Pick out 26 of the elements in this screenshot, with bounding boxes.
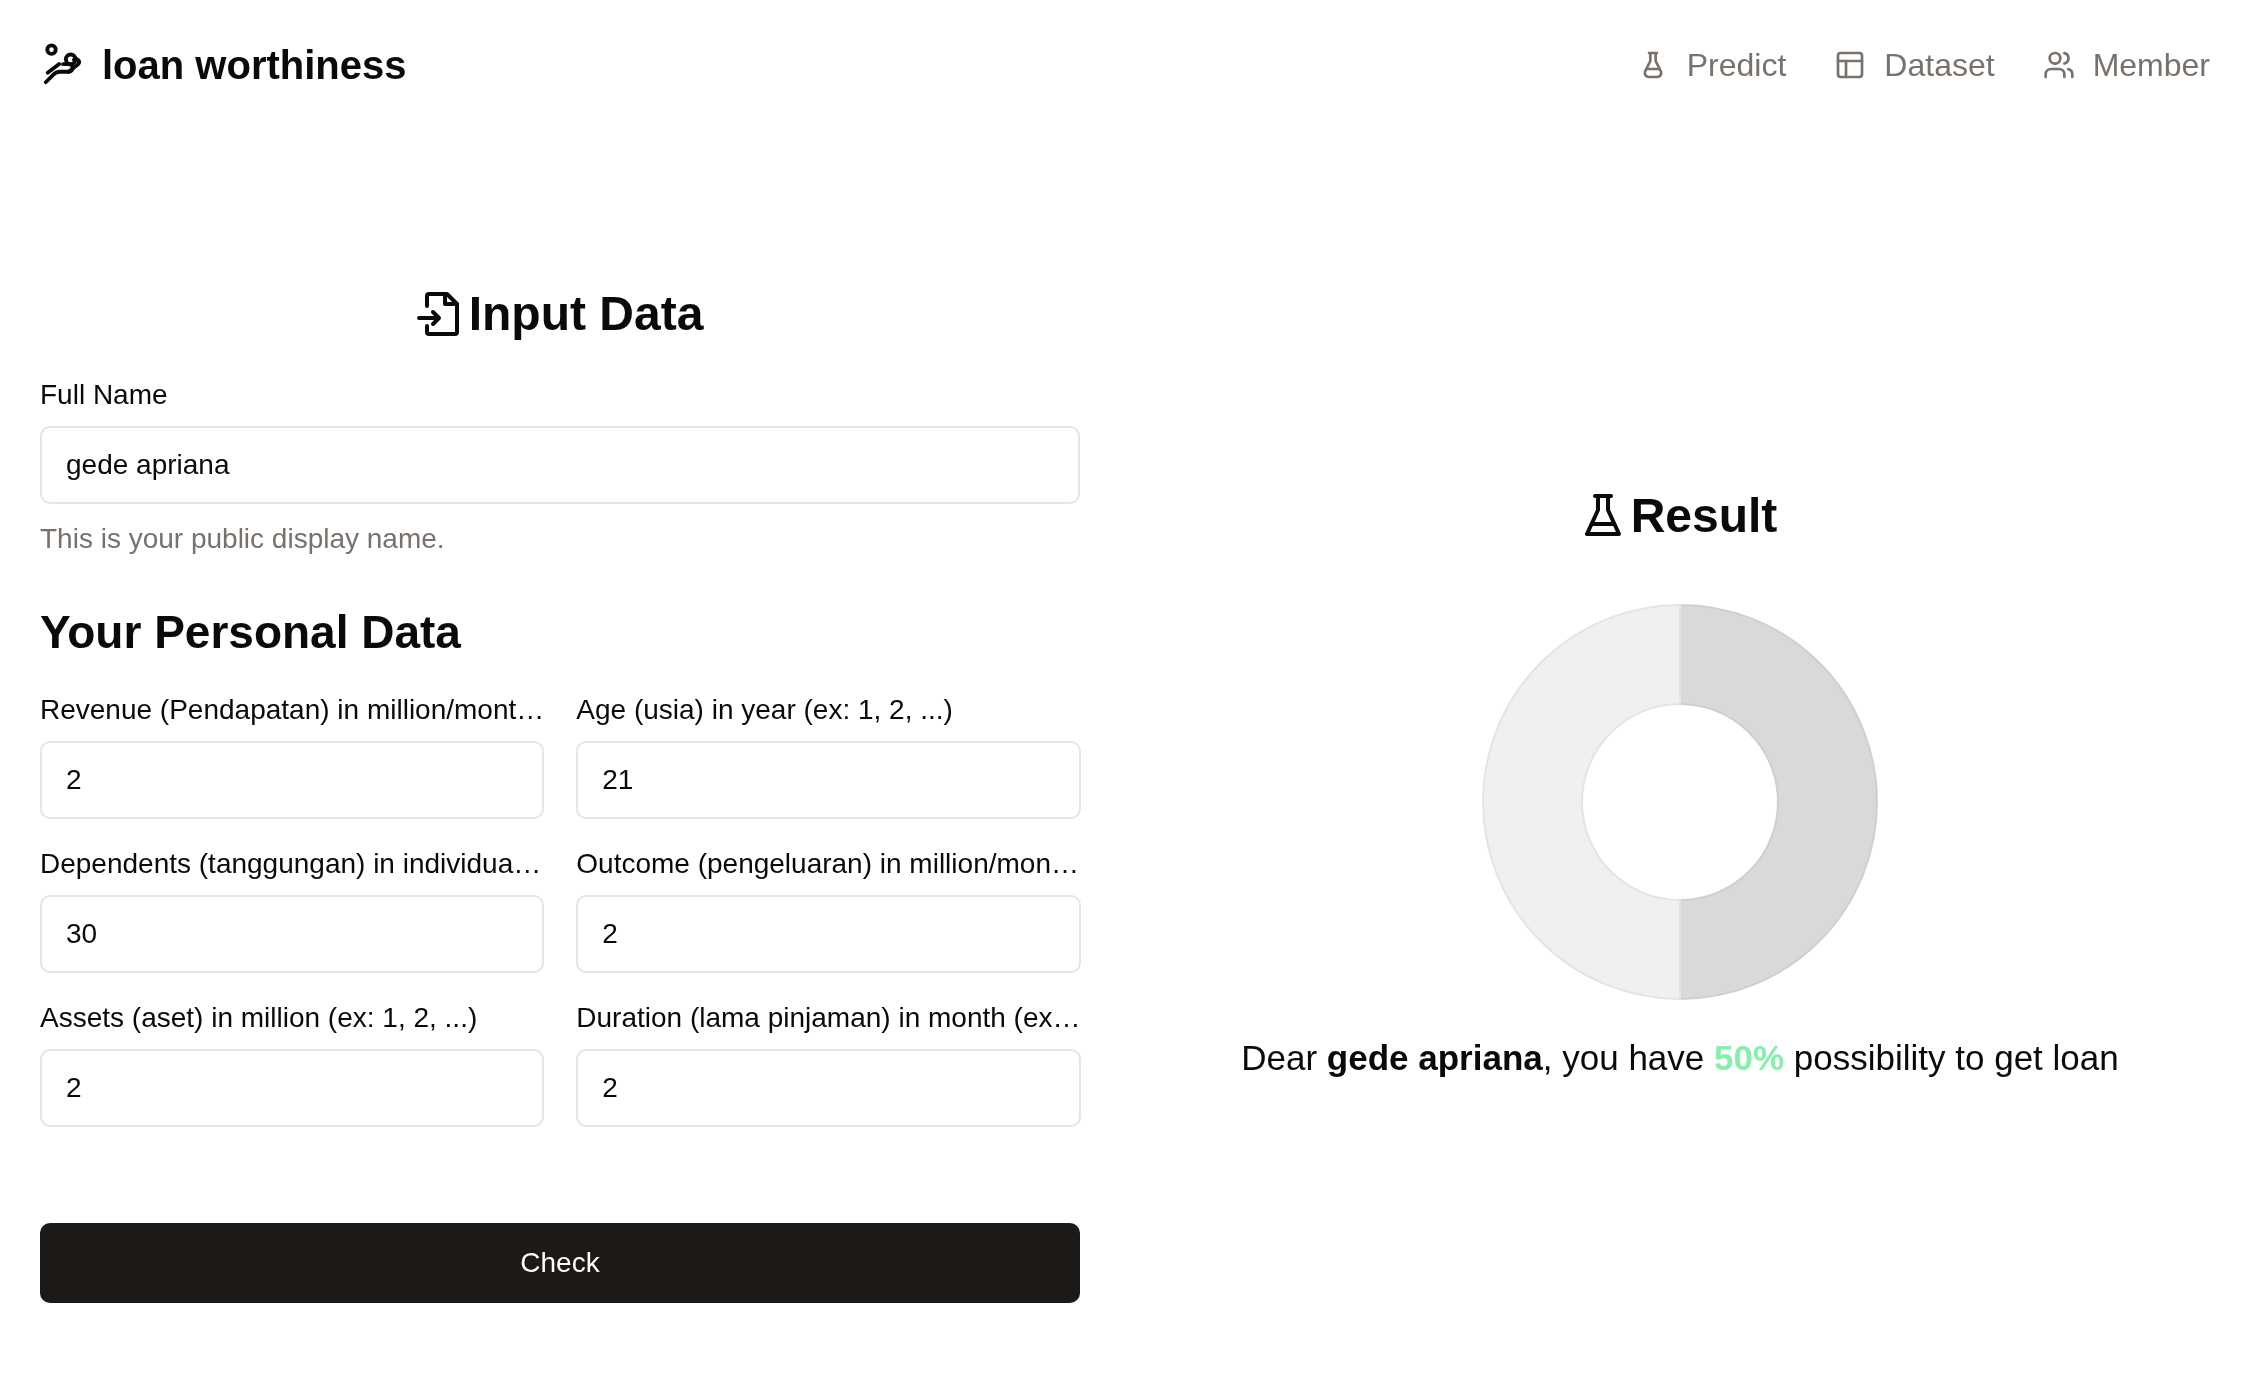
input-field[interactable]: 2 [576, 1049, 1081, 1127]
help-text: This is your public display name. [40, 522, 446, 556]
input-field[interactable]: 2 [40, 1049, 545, 1127]
input-field[interactable]: 21 [576, 741, 1081, 819]
result-sentence: Dear gede apriana, you have 50% possibility to get loan [1241, 1037, 2119, 1080]
input-field[interactable]: 2 [576, 895, 1081, 973]
users-icon [2042, 49, 2075, 81]
nav-link[interactable]: Predict [1636, 41, 1787, 89]
nav-link[interactable]: Member [2042, 41, 2210, 89]
field-label: Assets (aset) in million (ex: 1, 2, ...) [40, 1001, 479, 1035]
file-import-icon [416, 290, 461, 338]
result-title: Result [1630, 488, 1778, 545]
field-label: Full Name [40, 378, 169, 412]
input-field[interactable]: 2 [40, 741, 545, 819]
input-field[interactable]: gede apriana [40, 426, 1080, 504]
form-title: Input Data [468, 286, 704, 342]
check-button[interactable]: Check [40, 1223, 1080, 1303]
section-title: Your Personal Data [40, 605, 462, 660]
field-label: Age (usia) in year (ex: 1, 2, ...) [576, 693, 954, 727]
nav-link[interactable]: Dataset [1834, 41, 1995, 89]
field-label: Revenue (Pendapatan) in million/mont… [40, 693, 545, 727]
field-label: Dependents (tanggungan) in individua… [40, 847, 543, 881]
field-label: Outcome (pengeluaran) in million/mon… [576, 847, 1080, 881]
app-title: loan worthiness [102, 42, 407, 89]
field-label: Duration (lama pinjaman) in month (ex… [576, 1001, 1081, 1035]
input-field[interactable]: 30 [40, 895, 545, 973]
